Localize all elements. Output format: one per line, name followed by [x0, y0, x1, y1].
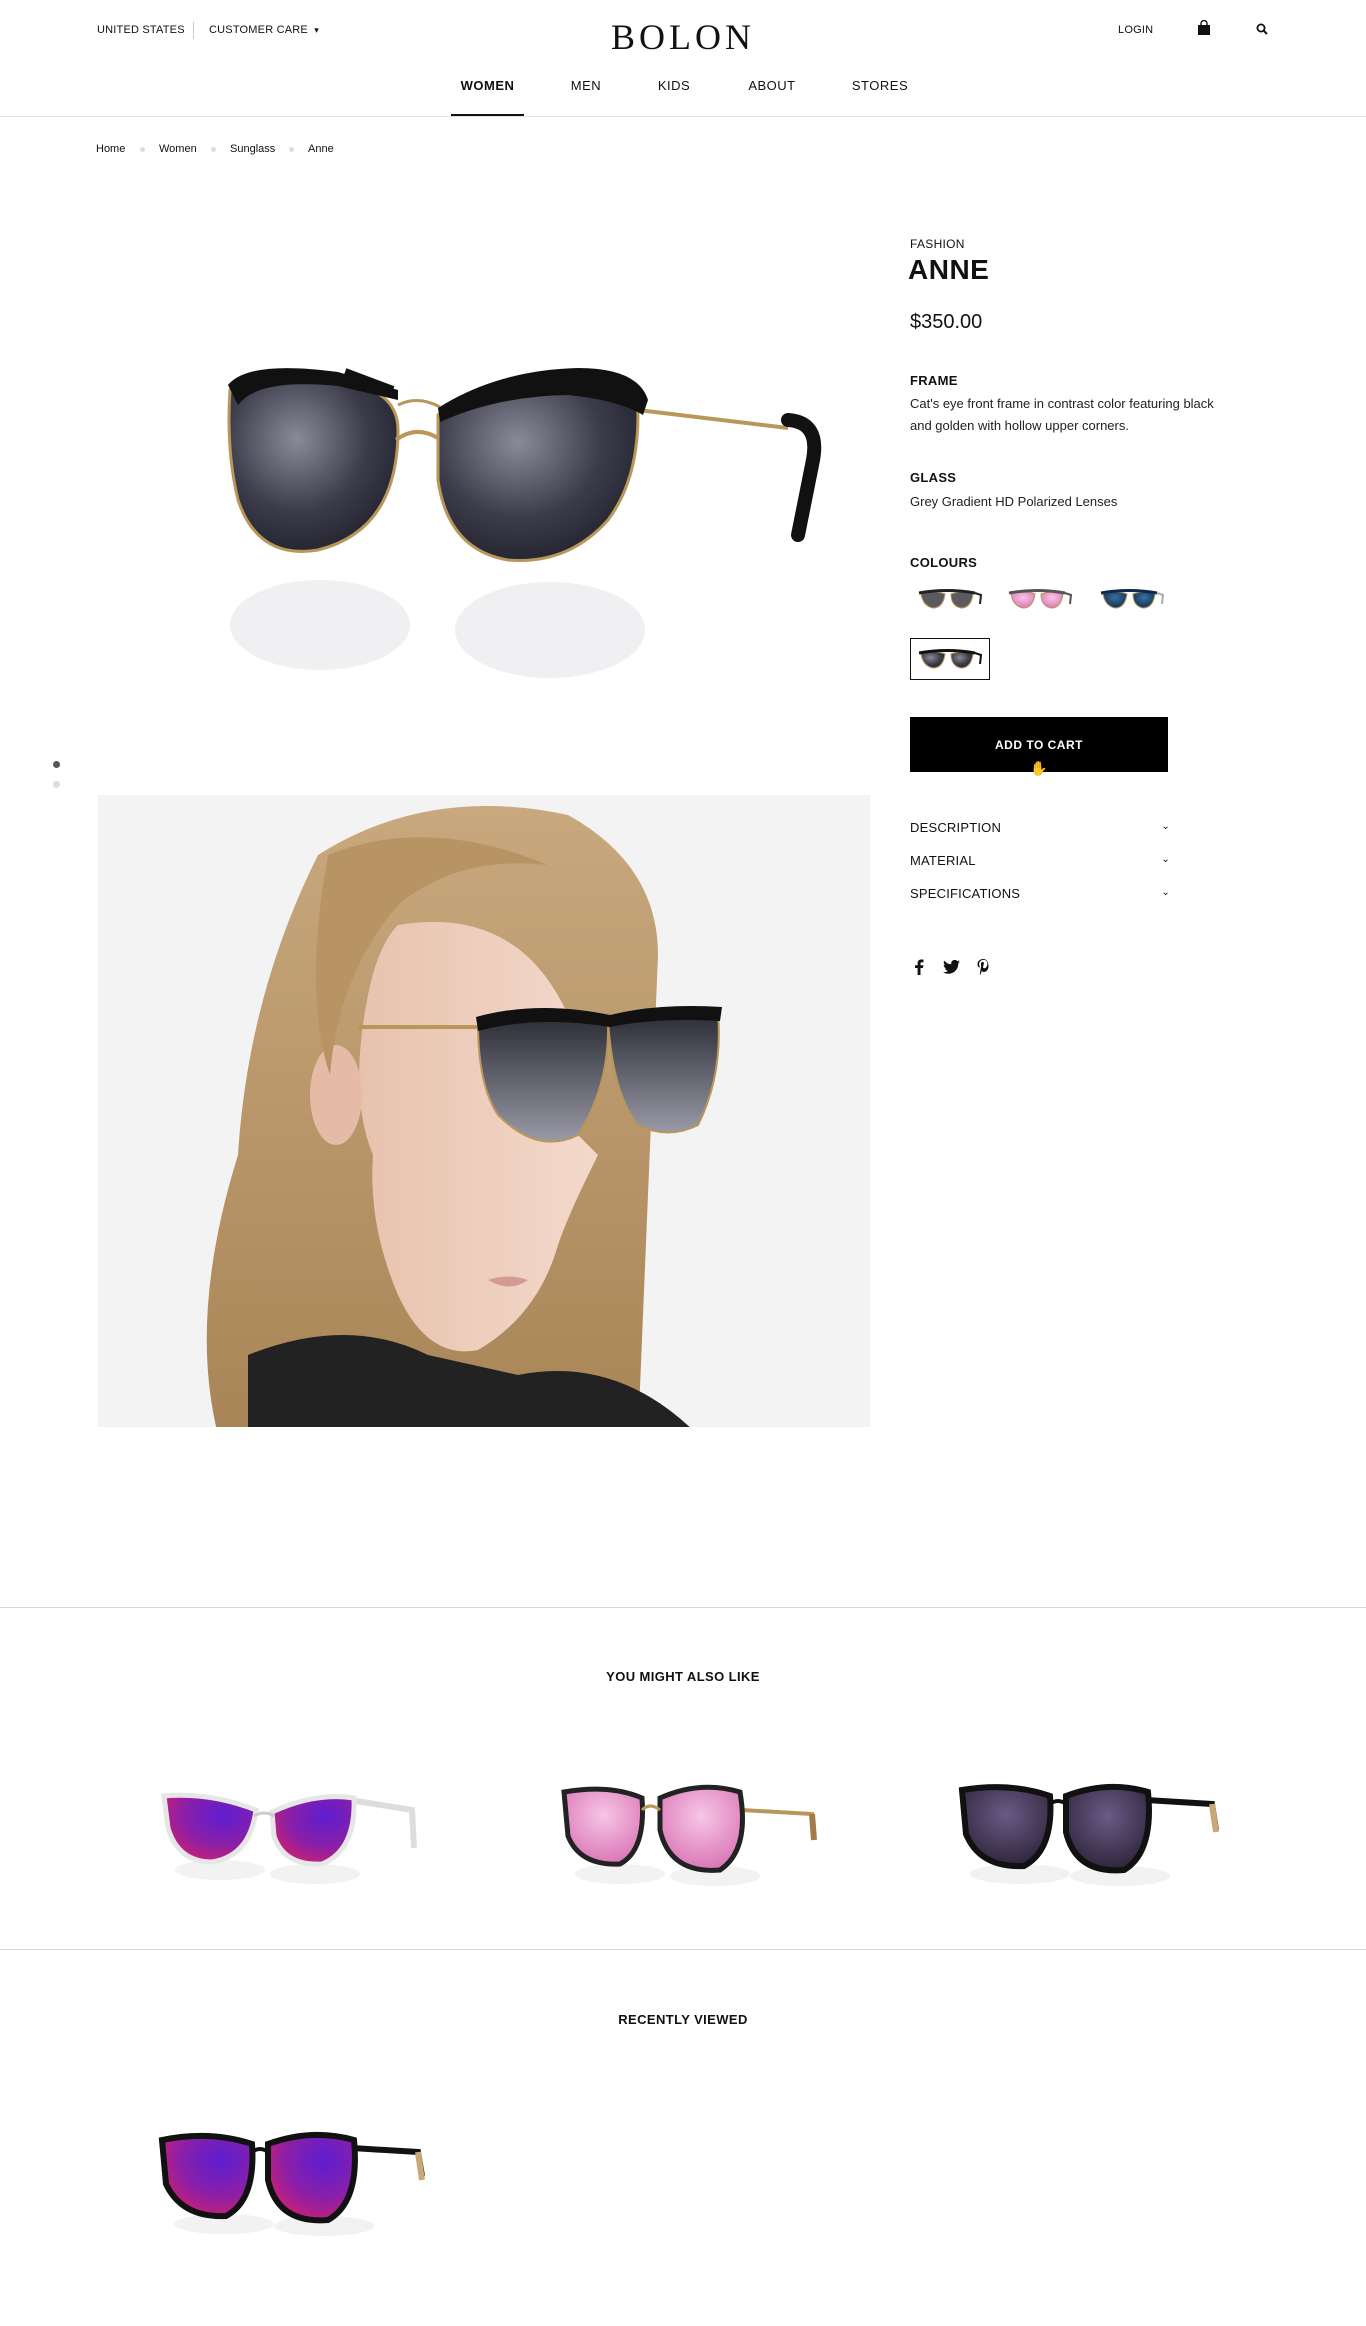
- swatch-pink[interactable]: [1000, 578, 1080, 620]
- accordion-material-label: MATERIAL: [910, 853, 976, 868]
- colours-heading: COLOURS: [910, 555, 978, 570]
- accordion-description[interactable]: DESCRIPTION ⌄: [910, 820, 1172, 842]
- nav-about[interactable]: ABOUT: [740, 78, 804, 93]
- breadcrumb-women[interactable]: Women: [159, 143, 197, 155]
- section-divider: [0, 1607, 1366, 1608]
- brand-logo[interactable]: BOLON: [0, 16, 1366, 58]
- nav-stores[interactable]: STORES: [846, 78, 914, 93]
- search-icon[interactable]: [1256, 22, 1268, 35]
- header-rule: [0, 116, 1366, 117]
- chevron-down-icon: ⌄: [1161, 887, 1170, 898]
- nav-men[interactable]: MEN: [560, 78, 612, 93]
- twitter-icon[interactable]: [941, 957, 961, 977]
- section-divider: [0, 1949, 1366, 1950]
- main-nav: WOMEN MEN KIDS ABOUT STORES: [0, 74, 1366, 116]
- product-image-model: [98, 795, 870, 1427]
- add-to-cart-label: ADD TO CART: [995, 737, 1083, 752]
- pinterest-icon[interactable]: [973, 957, 993, 977]
- recommended-product-2[interactable]: [550, 1770, 830, 1890]
- product-image-main: [98, 200, 870, 760]
- product-title: ANNE: [908, 254, 990, 285]
- breadcrumb-current: Anne: [308, 143, 334, 155]
- facebook-icon[interactable]: [909, 957, 929, 977]
- shopping-bag-icon[interactable]: [1197, 19, 1211, 36]
- accordion-description-label: DESCRIPTION: [910, 820, 1002, 835]
- recently-viewed-heading: RECENTLY VIEWED: [618, 2012, 748, 2027]
- chevron-down-icon: ⌄: [1161, 821, 1170, 832]
- glass-heading: GLASS: [910, 470, 957, 485]
- breadcrumb-separator: [289, 147, 294, 152]
- slide-dot-1[interactable]: [53, 761, 60, 768]
- breadcrumb-sunglass[interactable]: Sunglass: [230, 143, 275, 155]
- nav-kids[interactable]: KIDS: [648, 78, 700, 93]
- nav-women[interactable]: WOMEN: [451, 78, 524, 93]
- recommended-product-3[interactable]: [950, 1770, 1230, 1890]
- login-link[interactable]: LOGIN: [1118, 24, 1153, 36]
- product-category: FASHION: [910, 237, 965, 251]
- recommended-product-1[interactable]: [150, 1770, 430, 1890]
- glass-description: Grey Gradient HD Polarized Lenses: [910, 494, 1118, 509]
- swatch-blue[interactable]: [1092, 578, 1172, 620]
- slide-dot-2[interactable]: [53, 781, 60, 788]
- recommended-heading: YOU MIGHT ALSO LIKE: [606, 1669, 760, 1684]
- frame-description: Cat's eye front frame in contrast color …: [910, 396, 1214, 433]
- breadcrumb-separator: [140, 147, 145, 152]
- recently-viewed-product-1[interactable]: [152, 2118, 432, 2238]
- accordion-material[interactable]: MATERIAL ⌄: [910, 853, 1172, 875]
- breadcrumb-home[interactable]: Home: [96, 143, 125, 155]
- hand-cursor-icon: ✋: [1030, 760, 1048, 776]
- chevron-down-icon: ⌄: [1161, 854, 1170, 865]
- breadcrumb-separator: [211, 147, 216, 152]
- accordion-specifications[interactable]: SPECIFICATIONS ⌄: [910, 886, 1172, 908]
- swatch-black-grey[interactable]: [910, 638, 990, 680]
- swatch-grey-gold[interactable]: [910, 578, 990, 620]
- frame-heading: FRAME: [910, 373, 958, 388]
- product-price: $350.00: [910, 311, 983, 333]
- accordion-specifications-label: SPECIFICATIONS: [910, 886, 1021, 901]
